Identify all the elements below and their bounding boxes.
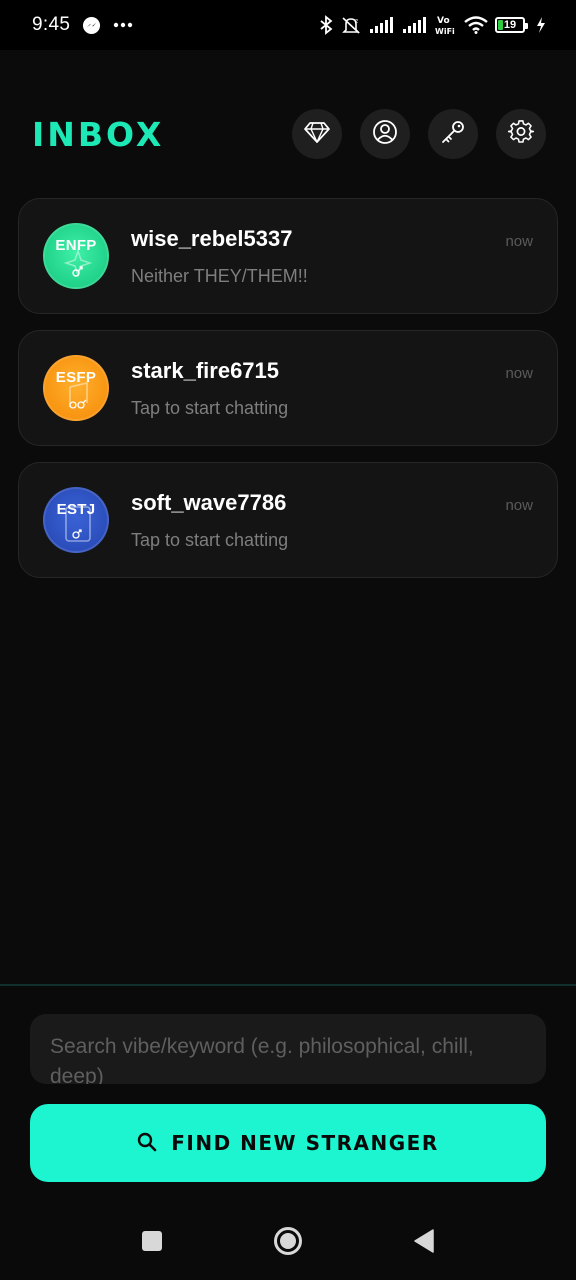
clipboard-icon — [65, 506, 91, 542]
avatar: ESTJ — [43, 487, 109, 553]
chat-texts: stark_fire6715 Tap to start chatting — [131, 358, 557, 419]
battery-level: 19 — [503, 19, 517, 31]
vowifi-icon: Vo WiFi — [435, 14, 457, 36]
chat-texts: soft_wave7786 Tap to start chatting — [131, 490, 557, 551]
mbti-label: ENFP — [55, 237, 97, 254]
mbti-label: ESTJ — [56, 501, 96, 518]
chat-preview: Tap to start chatting — [131, 529, 289, 550]
signal-icon — [369, 16, 395, 34]
chat-name: soft_wave7786 — [131, 489, 287, 515]
mbti-label: ESFP — [55, 369, 97, 386]
circle-icon — [273, 1226, 303, 1261]
chat-item[interactable]: ESFP stark_fire6715 Tap to start chattin… — [18, 330, 558, 446]
charging-icon — [536, 17, 546, 33]
svg-text:WiFi: WiFi — [435, 27, 455, 36]
chat-item[interactable]: ENFP wise_rebel5337 Neither THEY/THEM!! … — [18, 198, 558, 314]
alarm-off-icon: z — [340, 15, 362, 35]
profile-icon — [372, 119, 398, 150]
status-bar: 9:45 z Vo WiFi 19 — [0, 0, 576, 50]
chat-name: wise_rebel5337 — [131, 225, 293, 251]
chat-list: ENFP wise_rebel5337 Neither THEY/THEM!! … — [18, 198, 558, 594]
status-bar-left: 9:45 — [32, 14, 133, 36]
diamond-icon — [304, 121, 330, 148]
settings-icon — [507, 119, 535, 150]
navigation-bar — [0, 1206, 576, 1280]
premium-button[interactable] — [292, 109, 342, 159]
wifi-icon — [464, 16, 488, 34]
triangle-back-icon — [413, 1228, 435, 1258]
key-icon — [440, 119, 466, 150]
search-field[interactable] — [30, 1014, 546, 1084]
status-bar-right: z Vo WiFi 19 — [319, 14, 546, 36]
chat-preview: Tap to start chatting — [131, 397, 289, 418]
square-icon — [141, 1230, 163, 1257]
messenger-icon — [82, 16, 101, 35]
find-new-stranger-button[interactable]: FIND NEW STRANGER — [30, 1104, 546, 1182]
music-note-icon — [69, 381, 88, 409]
chat-preview: Neither THEY/THEM!! — [131, 265, 308, 286]
app-screen: 9:45 z Vo WiFi 19 INBOX ENFP wise_rebel5… — [0, 0, 576, 1280]
avatar: ESFP — [43, 355, 109, 421]
search-icon — [137, 1132, 157, 1155]
chat-time: now — [505, 497, 533, 514]
chat-item[interactable]: ESTJ soft_wave7786 Tap to start chatting… — [18, 462, 558, 578]
sparkle-icon — [63, 248, 93, 278]
search-input[interactable] — [50, 1032, 526, 1084]
chat-texts: wise_rebel5337 Neither THEY/THEM!! — [131, 226, 557, 287]
home-button[interactable] — [268, 1223, 308, 1263]
signal-icon — [402, 16, 428, 34]
back-button[interactable] — [404, 1223, 444, 1263]
inbox-header: INBOX — [32, 108, 546, 160]
battery-icon: 19 — [495, 17, 528, 33]
svg-text:z: z — [355, 18, 358, 25]
status-time: 9:45 — [32, 14, 71, 35]
find-button-label: FIND NEW STRANGER — [171, 1131, 439, 1155]
key-button[interactable] — [428, 109, 478, 159]
chat-name: stark_fire6715 — [131, 357, 280, 383]
settings-button[interactable] — [496, 109, 546, 159]
svg-text:Vo: Vo — [437, 16, 450, 26]
bluetooth-icon — [319, 15, 333, 35]
chat-time: now — [505, 233, 533, 250]
profile-button[interactable] — [360, 109, 410, 159]
chat-time: now — [505, 365, 533, 382]
recents-button[interactable] — [132, 1223, 172, 1263]
more-dots-icon — [113, 22, 133, 28]
avatar: ENFP — [43, 223, 109, 289]
page-title: INBOX — [32, 114, 165, 154]
header-actions — [292, 109, 546, 159]
